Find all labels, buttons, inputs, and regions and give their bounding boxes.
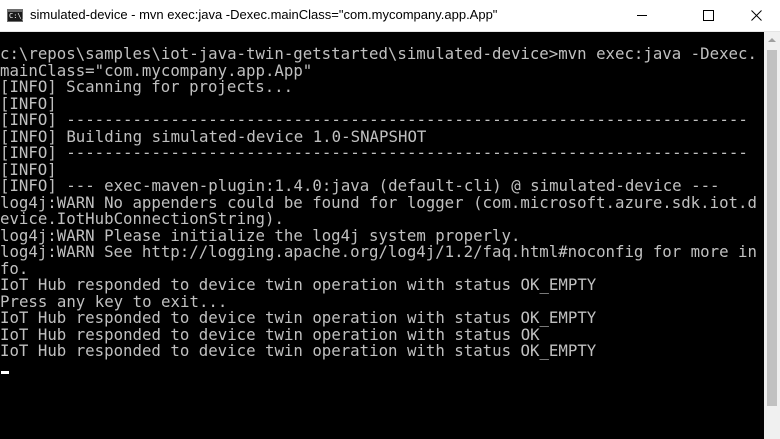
minimize-button[interactable] <box>619 0 665 31</box>
scroll-up-arrow-icon[interactable] <box>764 32 780 48</box>
console-app-icon-glyph: C:\_ <box>9 12 26 20</box>
console-output[interactable]: c:\repos\samples\iot-java-twin-getstarte… <box>0 32 764 439</box>
console-app-icon[interactable]: C:\_ <box>7 9 26 22</box>
close-icon <box>751 10 762 21</box>
console-line: log4j:WARN See http://logging.apache.org… <box>0 242 757 261</box>
maximize-button[interactable] <box>685 0 731 31</box>
title-bar[interactable]: C:\_ simulated-device - mvn exec:java -D… <box>0 0 780 32</box>
console-line: [INFO] ---------------------------------… <box>0 143 748 162</box>
text-cursor <box>1 371 9 374</box>
console-window: C:\_ simulated-device - mvn exec:java -D… <box>0 0 780 439</box>
scroll-thumb[interactable] <box>767 50 777 406</box>
console-line: IoT Hub responded to device twin operati… <box>0 341 597 360</box>
vertical-scrollbar[interactable] <box>764 32 780 439</box>
maximize-icon <box>703 10 714 21</box>
close-button[interactable] <box>734 0 780 31</box>
minimize-icon <box>637 15 647 16</box>
window-title: simulated-device - mvn exec:java -Dexec.… <box>30 7 498 22</box>
